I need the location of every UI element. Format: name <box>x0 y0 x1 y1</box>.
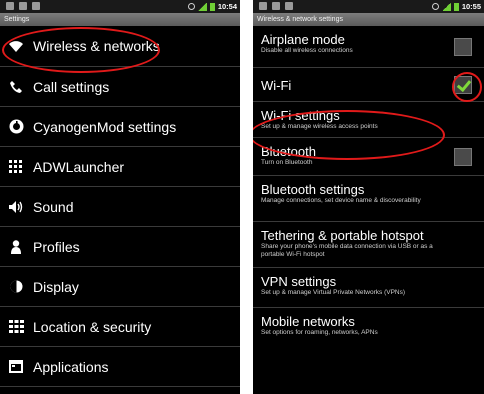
notification-icon <box>272 2 280 10</box>
setting-title: VPN settings <box>261 274 337 289</box>
menu-item-wireless-networks[interactable]: Wireless & networks <box>0 26 240 67</box>
menu-item-call-settings[interactable]: Call settings <box>0 67 240 107</box>
signal-icon <box>441 2 451 11</box>
setting-mobile-networks[interactable]: Mobile networks Set options for roaming,… <box>253 308 484 352</box>
bluetooth-checkbox[interactable] <box>454 147 472 166</box>
menu-item-profiles[interactable]: Profiles <box>0 227 240 267</box>
setting-summary: Manage connections, set device name & di… <box>261 197 421 204</box>
setting-summary: Turn on Bluetooth <box>261 159 313 166</box>
airplane-mode-checkbox[interactable] <box>454 37 472 56</box>
setting-title: Bluetooth <box>261 144 316 159</box>
setting-summary: Set up & manage wireless access points <box>261 123 378 130</box>
setting-wifi-settings[interactable]: Wi-Fi settings Set up & manage wireless … <box>253 102 484 138</box>
signal-icon <box>197 2 207 11</box>
wifi-checkbox[interactable] <box>454 75 472 94</box>
menu-item-label: ADWLauncher <box>33 158 125 175</box>
menu-item-sound[interactable]: Sound <box>0 187 240 227</box>
menu-item-label: Wireless & networks <box>33 38 160 54</box>
status-time: 10:55 <box>461 2 481 11</box>
setting-title: Wi-Fi <box>261 78 292 93</box>
wireless-network-settings-screen: 10:55 Wireless & network settings Airpla… <box>253 0 484 394</box>
setting-summary: Disable all wireless connections <box>261 47 353 54</box>
alarm-icon <box>187 3 195 10</box>
wifi-icon <box>8 38 24 54</box>
setting-title: Wi-Fi settings <box>261 108 340 123</box>
notification-icon <box>6 2 14 10</box>
setting-tethering-hotspot[interactable]: Tethering & portable hotspot Share your … <box>253 222 484 268</box>
notification-icons <box>6 2 40 10</box>
notification-icon <box>259 2 267 10</box>
menu-item-label: Profiles <box>33 238 80 255</box>
menu-item-label: Location & security <box>33 318 152 335</box>
menu-item-location-security[interactable]: Location & security <box>0 307 240 347</box>
contrast-icon <box>8 279 24 295</box>
menu-item-label: Display <box>33 278 79 295</box>
setting-summary: Set options for roaming, networks, APNs <box>261 329 378 336</box>
menu-item-cyanogenmod-settings[interactable]: CyanogenMod settings <box>0 107 240 147</box>
setting-summary: Share your phone's mobile data connectio… <box>261 243 433 258</box>
grid-icon <box>8 159 24 175</box>
applications-icon <box>8 359 24 375</box>
page-title: Settings <box>0 13 240 26</box>
setting-title: Bluetooth settings <box>261 182 365 197</box>
setting-title: Mobile networks <box>261 314 355 329</box>
battery-icon <box>453 2 459 11</box>
setting-summary: Set up & manage Virtual Private Networks… <box>261 289 406 296</box>
menu-item-adwlauncher[interactable]: ADWLauncher <box>0 147 240 187</box>
menu-item-display[interactable]: Display <box>0 267 240 307</box>
setting-title: Airplane mode <box>261 32 345 47</box>
system-icons: 10:55 <box>431 2 481 11</box>
system-icons: 10:54 <box>187 2 237 11</box>
setting-airplane-mode[interactable]: Airplane mode Disable all wireless conne… <box>253 26 484 68</box>
menu-item-label: Sound <box>33 198 74 215</box>
setting-vpn-settings[interactable]: VPN settings Set up & manage Virtual Pri… <box>253 268 484 308</box>
notification-icons <box>259 2 293 10</box>
menu-item-applications[interactable]: Applications <box>0 347 240 387</box>
settings-screen: 10:54 Settings Wireless & networks Call … <box>0 0 240 394</box>
status-time: 10:54 <box>217 2 237 11</box>
setting-wifi[interactable]: Wi-Fi <box>253 68 484 102</box>
alarm-icon <box>431 3 439 10</box>
speaker-icon <box>8 199 24 215</box>
location-grid-icon <box>8 319 24 335</box>
person-icon <box>8 239 24 255</box>
settings-list: Airplane mode Disable all wireless conne… <box>253 26 484 352</box>
page-title: Wireless & network settings <box>253 13 484 26</box>
menu-item-label: CyanogenMod settings <box>33 118 177 135</box>
notification-icon <box>285 2 293 10</box>
settings-list: Wireless & networks Call settings Cyanog… <box>0 26 240 387</box>
setting-title: Tethering & portable hotspot <box>261 228 424 243</box>
setting-bluetooth[interactable]: Bluetooth Turn on Bluetooth <box>253 138 484 176</box>
battery-icon <box>209 2 215 11</box>
status-bar: 10:55 <box>253 0 484 13</box>
phone-icon <box>8 79 24 95</box>
notification-icon <box>32 2 40 10</box>
setting-bluetooth-settings[interactable]: Bluetooth settings Manage connections, s… <box>253 176 484 222</box>
cyanogenmod-icon <box>8 119 24 135</box>
notification-icon <box>19 2 27 10</box>
menu-item-label: Call settings <box>33 78 110 95</box>
menu-item-label: Applications <box>33 358 109 375</box>
status-bar: 10:54 <box>0 0 240 13</box>
